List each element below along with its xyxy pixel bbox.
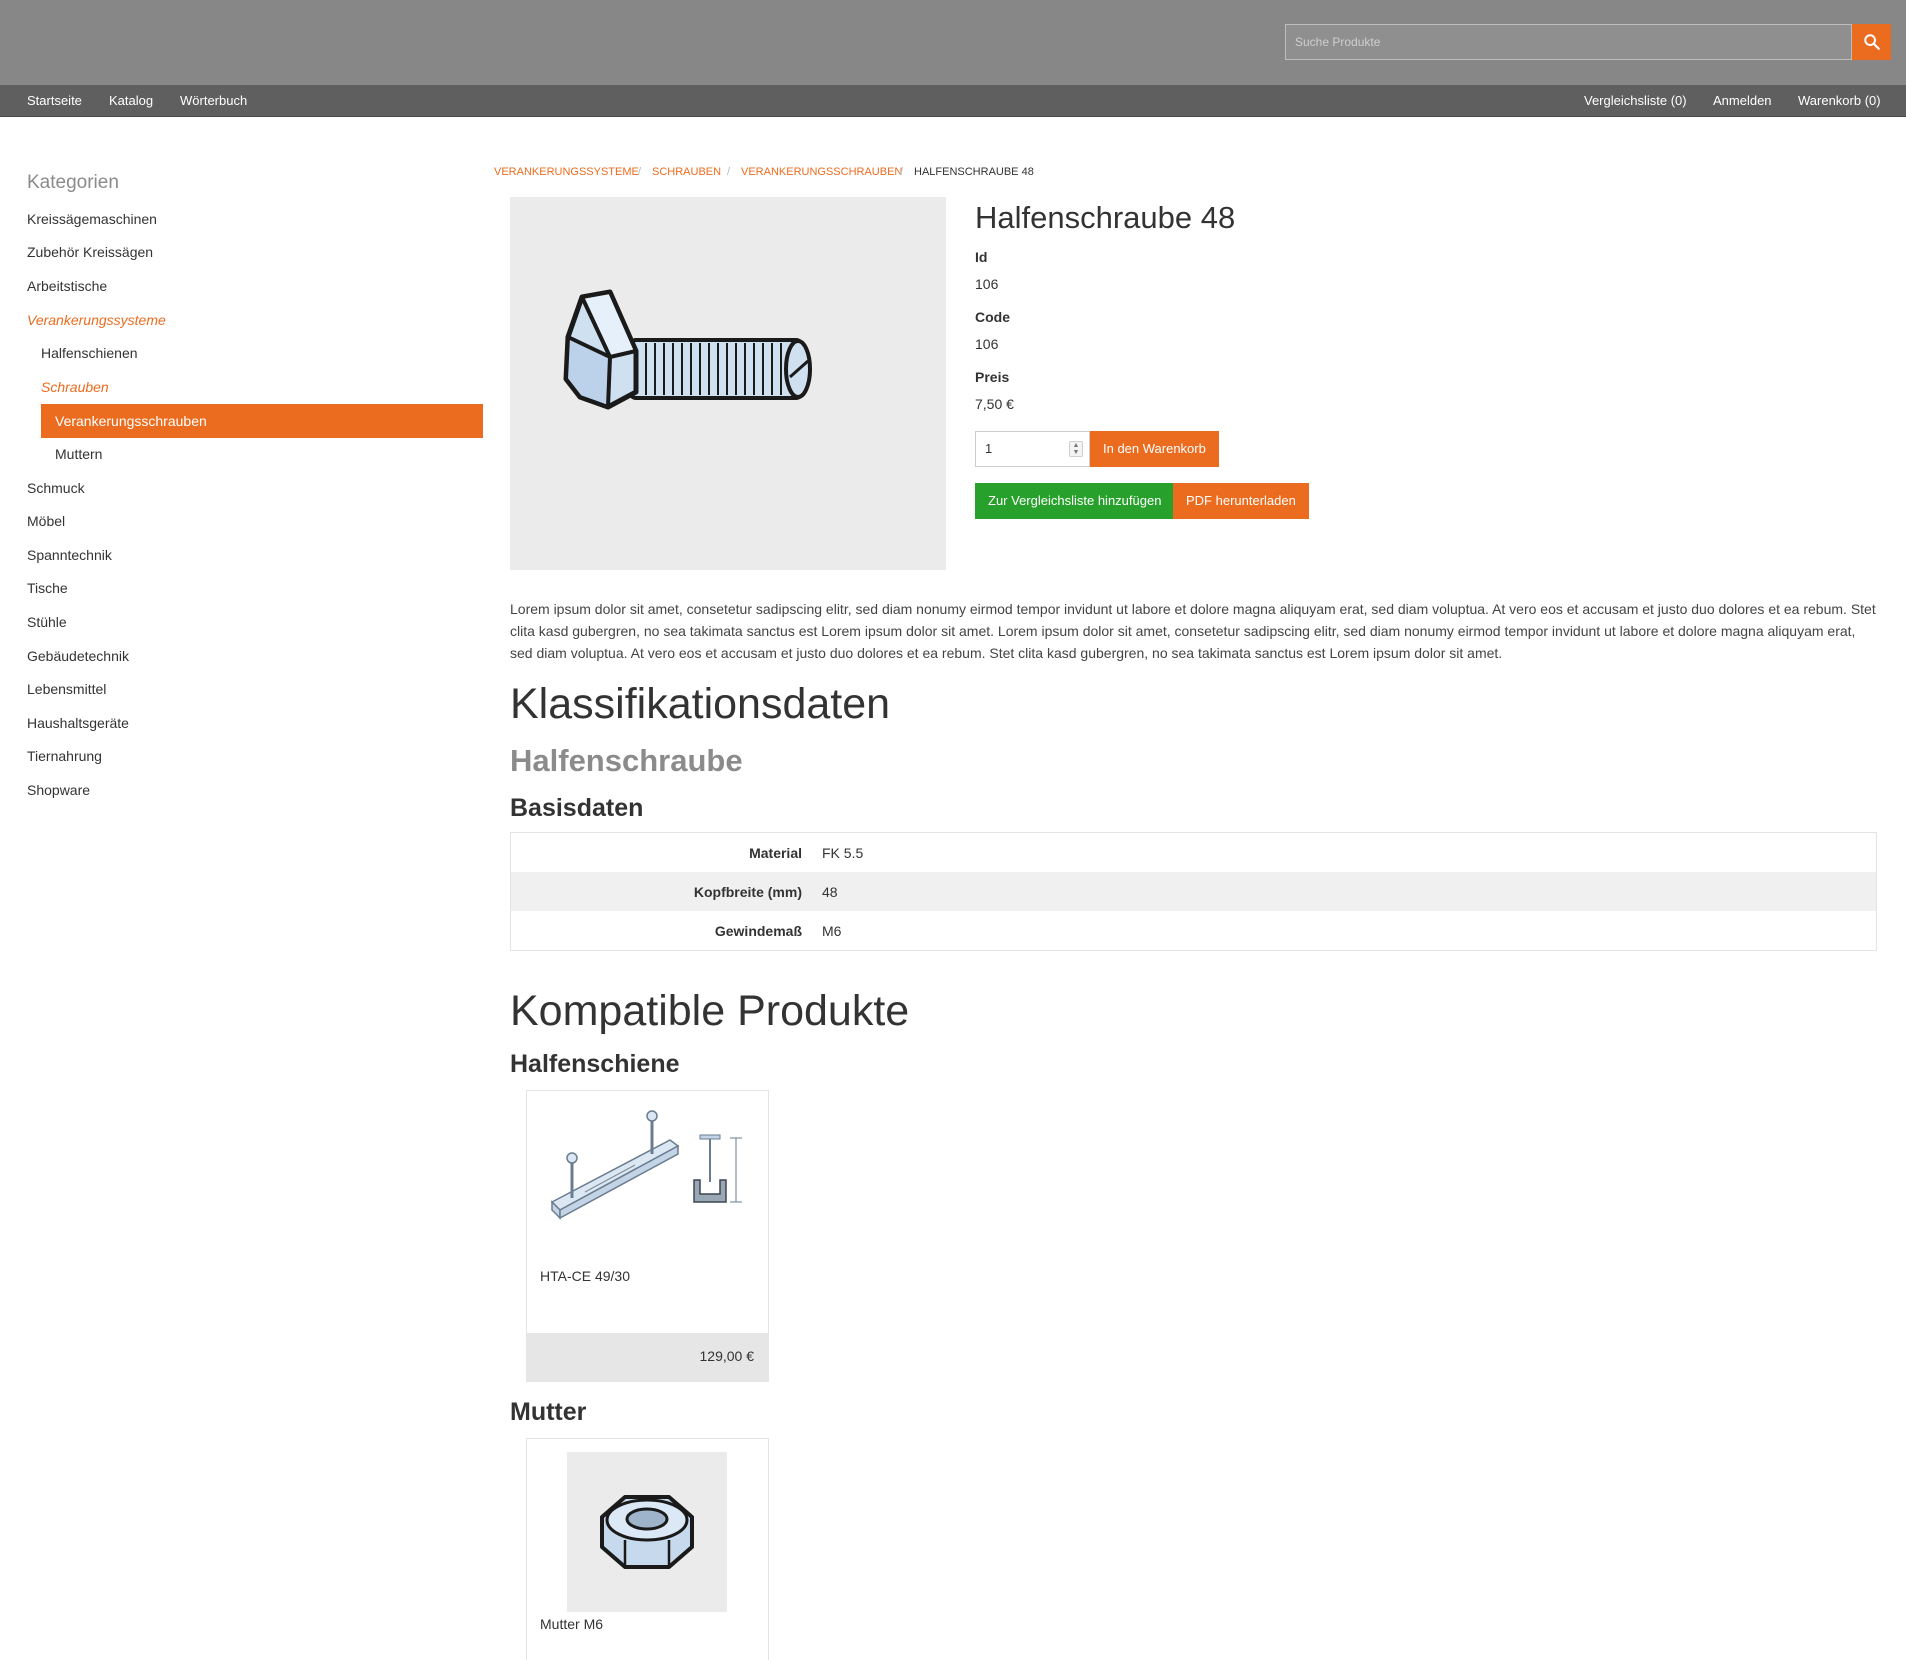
sidebar-item-haushaltsgeraete[interactable]: Haushaltsgeräte bbox=[27, 714, 129, 732]
product-card-name[interactable]: Mutter M6 bbox=[540, 1616, 603, 1632]
spec-value: M6 bbox=[822, 922, 842, 939]
header-top-bar bbox=[0, 0, 1906, 85]
spec-key: Gewindemaß bbox=[714, 922, 802, 939]
product-price-value: 7,50 € bbox=[975, 396, 1014, 412]
product-card-price-bar: 129,00 € bbox=[526, 1333, 769, 1382]
product-card-name[interactable]: HTA-CE 49/30 bbox=[540, 1268, 630, 1284]
spec-value: FK 5.5 bbox=[822, 844, 864, 861]
sidebar-item-tische[interactable]: Tische bbox=[27, 579, 68, 597]
classification-heading: Klassifikationsdaten bbox=[510, 680, 891, 728]
table-row: Gewindemaß M6 bbox=[511, 911, 1876, 950]
sidebar-item-gebaeudetechnik[interactable]: Gebäudetechnik bbox=[27, 647, 129, 665]
sidebar-item-zubehoer-kreissaegen[interactable]: Zubehör Kreissägen bbox=[27, 243, 153, 261]
breadcrumb-verankerungssysteme[interactable]: Verankerungssysteme bbox=[494, 166, 639, 178]
quantity-value: 1 bbox=[985, 441, 993, 456]
sidebar-item-shopware[interactable]: Shopware bbox=[27, 781, 90, 799]
search-input[interactable] bbox=[1285, 24, 1852, 60]
product-code-label: Code bbox=[975, 309, 1010, 325]
table-row: Kopfbreite (mm) 48 bbox=[511, 872, 1876, 911]
sidebar-item-tiernahrung[interactable]: Tiernahrung bbox=[27, 747, 102, 765]
sidebar-item-verankerungssysteme[interactable]: Verankerungssysteme bbox=[27, 311, 166, 329]
breadcrumb-current: Halfenschraube 48 bbox=[914, 166, 1034, 178]
breadcrumb-schrauben[interactable]: Schrauben bbox=[652, 166, 721, 178]
spec-key: Kopfbreite (mm) bbox=[693, 883, 802, 900]
nut-illustration bbox=[600, 1495, 694, 1569]
search-icon bbox=[1863, 34, 1880, 50]
compatible-group-title-halfenschiene: Halfenschiene bbox=[510, 1050, 680, 1078]
compatible-products-heading: Kompatible Produkte bbox=[510, 987, 910, 1035]
sidebar-item-spanntechnik[interactable]: Spanntechnik bbox=[27, 546, 112, 564]
sidebar-item-arbeitstische[interactable]: Arbeitstische bbox=[27, 277, 107, 295]
compatible-group-title-mutter: Mutter bbox=[510, 1398, 587, 1426]
product-description: Lorem ipsum dolor sit amet, consetetur s… bbox=[510, 601, 1876, 661]
nav-compare-list[interactable]: Vergleichsliste (0) bbox=[1584, 85, 1687, 117]
search-button[interactable] bbox=[1852, 24, 1891, 60]
sidebar-title: Kategorien bbox=[27, 172, 119, 193]
breadcrumb-separator: / bbox=[727, 166, 731, 178]
product-card-image bbox=[540, 1102, 756, 1232]
quantity-stepper[interactable]: 1 ▲ ▼ bbox=[975, 431, 1090, 467]
quantity-spinner-icon[interactable]: ▲ ▼ bbox=[1069, 441, 1083, 457]
sidebar-item-halfenschienen[interactable]: Halfenschienen bbox=[41, 344, 138, 362]
nav-woerterbuch[interactable]: Wörterbuch bbox=[180, 85, 247, 117]
spec-value: 48 bbox=[822, 883, 838, 900]
product-card-price: 129,00 € bbox=[699, 1348, 755, 1364]
product-id-value: 106 bbox=[975, 276, 999, 292]
breadcrumb-separator: / bbox=[900, 166, 904, 178]
nav-katalog[interactable]: Katalog bbox=[109, 85, 153, 117]
sidebar-item-muttern[interactable]: Muttern bbox=[55, 445, 102, 463]
search-form bbox=[1285, 24, 1891, 60]
spec-table: Material FK 5.5 Kopfbreite (mm) 48 Gewin… bbox=[510, 832, 1877, 951]
nav-cart[interactable]: Warenkorb (0) bbox=[1798, 85, 1881, 117]
sidebar-item-lebensmittel[interactable]: Lebensmittel bbox=[27, 680, 106, 698]
breadcrumb-verankerungsschrauben[interactable]: Verankerungsschrauben bbox=[741, 166, 902, 178]
classification-class-name: Halfenschraube bbox=[510, 743, 743, 778]
product-image bbox=[510, 197, 946, 570]
product-card-hta-ce[interactable]: HTA-CE 49/30 129,00 € bbox=[526, 1090, 769, 1382]
product-price-label: Preis bbox=[975, 369, 1010, 385]
add-to-cart-button[interactable]: In den Warenkorb bbox=[1090, 431, 1219, 467]
sidebar-item-kreissaegemaschinen[interactable]: Kreissägemaschinen bbox=[27, 210, 157, 228]
product-title: Halfenschraube 48 bbox=[975, 200, 1236, 235]
add-to-compare-button[interactable]: Zur Vergleichsliste hinzufügen bbox=[975, 483, 1175, 519]
product-id-label: Id bbox=[975, 249, 988, 265]
download-pdf-button[interactable]: PDF herunterladen bbox=[1173, 483, 1309, 519]
product-code-value: 106 bbox=[975, 336, 999, 352]
sidebar-item-schrauben[interactable]: Schrauben bbox=[41, 378, 109, 396]
sidebar-item-moebel[interactable]: Möbel bbox=[27, 512, 65, 530]
sidebar-item-verankerungsschrauben[interactable]: Verankerungsschrauben bbox=[41, 404, 483, 438]
nav-login[interactable]: Anmelden bbox=[1713, 85, 1772, 117]
sidebar-item-schmuck[interactable]: Schmuck bbox=[27, 479, 85, 497]
main-navigation: Startseite Katalog Wörterbuch Vergleichs… bbox=[0, 85, 1906, 117]
table-row: Material FK 5.5 bbox=[511, 833, 1876, 872]
sidebar-item-stuehle[interactable]: Stühle bbox=[27, 613, 67, 631]
product-card-image bbox=[567, 1452, 727, 1612]
product-card-mutter-m6[interactable]: Mutter M6 bbox=[526, 1438, 769, 1660]
classification-group-title: Basisdaten bbox=[510, 794, 644, 822]
rail-illustration bbox=[550, 1110, 742, 1220]
breadcrumb-separator: / bbox=[638, 166, 642, 178]
t-bolt-illustration bbox=[563, 289, 812, 410]
spec-key: Material bbox=[749, 844, 802, 861]
nav-startseite[interactable]: Startseite bbox=[27, 85, 82, 117]
